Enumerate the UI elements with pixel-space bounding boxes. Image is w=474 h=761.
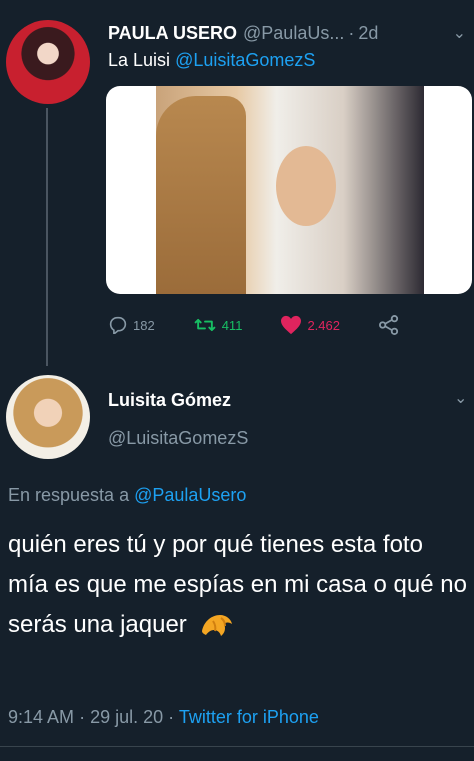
separator: · xyxy=(348,22,355,43)
retweet-button[interactable]: 411 xyxy=(193,316,243,334)
tweet-source[interactable]: Twitter for iPhone xyxy=(179,707,319,727)
reply-context: En respuesta a @PaulaUsero xyxy=(8,485,246,506)
chevron-down-icon[interactable]: ⌄ xyxy=(454,388,467,408)
share-icon xyxy=(378,315,399,335)
photo-content xyxy=(276,146,336,226)
tweet-body: quién eres tú y por qué tienes esta foto… xyxy=(8,525,468,645)
author-name[interactable]: Luisita Gómez xyxy=(108,390,231,411)
separator: · xyxy=(168,707,175,727)
separator: · xyxy=(79,707,86,727)
croissant-icon xyxy=(202,614,233,636)
tweet-text: La Luisi @LuisitaGomezS xyxy=(108,50,315,71)
avatar[interactable] xyxy=(6,20,90,104)
heart-icon xyxy=(281,315,302,335)
retweet-count: 411 xyxy=(221,317,243,333)
mention-link[interactable]: @LuisitaGomezS xyxy=(175,50,315,70)
like-button[interactable]: 2.462 xyxy=(280,315,340,335)
avatar[interactable] xyxy=(6,375,90,459)
reply-icon xyxy=(109,316,127,334)
author-handle[interactable]: @PaulaUs... xyxy=(243,23,344,44)
tweet-text-prefix: La Luisi xyxy=(108,50,171,70)
retweet-icon xyxy=(194,318,216,332)
like-count: 2.462 xyxy=(307,317,340,333)
thread-line xyxy=(46,108,48,366)
reply-prefix: En respuesta a xyxy=(8,485,130,505)
divider xyxy=(0,746,474,747)
tweet-body-text: quién eres tú y por qué tienes esta foto… xyxy=(8,531,467,638)
tweet-time[interactable]: 9:14 AM xyxy=(8,707,74,727)
author-handle[interactable]: @LuisitaGomezS xyxy=(108,428,248,449)
share-button[interactable] xyxy=(378,315,405,335)
reply-to-link[interactable]: @PaulaUsero xyxy=(134,485,246,505)
chevron-down-icon[interactable]: ⌄ xyxy=(453,23,466,43)
tweet-date[interactable]: 29 jul. 20 xyxy=(90,707,163,727)
author-name[interactable]: PAULA USERO xyxy=(108,23,237,44)
tweet-photo[interactable] xyxy=(106,86,472,294)
reply-count: 182 xyxy=(133,317,155,333)
tweet-meta: 9:14 AM · 29 jul. 20 · Twitter for iPhon… xyxy=(8,707,319,728)
tweet-actions: 182 411 2.462 xyxy=(108,312,438,338)
photo-content xyxy=(156,96,246,294)
reply-button[interactable]: 182 xyxy=(108,316,155,334)
tweet-header: PAULA USERO @PaulaUs... · 2d ⌄ xyxy=(108,20,466,46)
timestamp[interactable]: 2d xyxy=(358,23,378,44)
